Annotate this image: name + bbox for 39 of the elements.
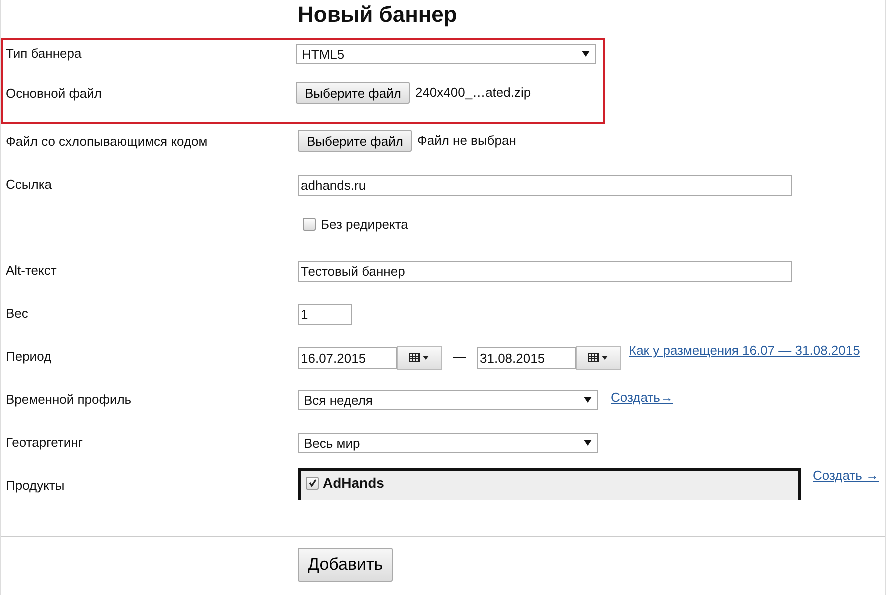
field-label: Файл со схлопывающимся кодом bbox=[6, 134, 208, 149]
field-label: Продукты bbox=[6, 478, 65, 493]
choose-file-button[interactable]: Выберите файл bbox=[296, 82, 410, 104]
field-label: Alt-текст bbox=[6, 263, 57, 278]
date-field[interactable]: 31.08.2015 bbox=[477, 347, 576, 369]
calendar-button[interactable] bbox=[397, 346, 442, 370]
field-label: Ссылка bbox=[6, 177, 52, 192]
calendar-icon bbox=[408, 353, 430, 363]
link[interactable]: Как у размещения 16.07 — 31.08.2015 bbox=[629, 343, 860, 358]
text-field[interactable]: Тестовый баннер bbox=[298, 261, 792, 282]
dropdown[interactable]: Вся неделя bbox=[298, 390, 598, 410]
field-label: Период bbox=[6, 349, 52, 364]
dropdown[interactable]: Весь мир bbox=[298, 433, 598, 453]
field-label: Тип баннера bbox=[6, 46, 82, 61]
dropdown-arrow-icon bbox=[584, 397, 592, 403]
checkbox-label: Без редиректа bbox=[321, 217, 408, 232]
link[interactable]: Создать→ bbox=[611, 390, 674, 405]
field-label: Основной файл bbox=[6, 86, 102, 101]
text-field[interactable]: adhands.ru bbox=[298, 175, 792, 196]
choose-file-button[interactable]: Выберите файл bbox=[298, 130, 412, 152]
checkbox[interactable] bbox=[303, 218, 316, 231]
range-dash: — bbox=[453, 349, 466, 364]
product-name: AdHands bbox=[323, 475, 384, 491]
file-name: Файл не выбран bbox=[417, 133, 516, 148]
file-name: 240x400_…ated.zip bbox=[415, 85, 532, 100]
dropdown-arrow-icon bbox=[582, 51, 590, 57]
field-label: Геотаргетинг bbox=[6, 435, 84, 450]
date-field[interactable]: 16.07.2015 bbox=[298, 347, 397, 369]
add-button[interactable]: Добавить bbox=[298, 548, 394, 582]
calendar-icon bbox=[588, 353, 610, 363]
link[interactable]: Создать → bbox=[813, 468, 880, 483]
field-label: Вес bbox=[6, 306, 28, 321]
calendar-button[interactable] bbox=[576, 346, 621, 370]
weight-field[interactable]: 1 bbox=[298, 304, 352, 325]
dropdown[interactable]: HTML5 bbox=[296, 44, 596, 64]
page-title: Новый баннер bbox=[298, 1, 458, 28]
dropdown-arrow-icon bbox=[584, 440, 592, 446]
field-label: Временной профиль bbox=[6, 392, 132, 407]
checkbox[interactable] bbox=[306, 476, 319, 490]
